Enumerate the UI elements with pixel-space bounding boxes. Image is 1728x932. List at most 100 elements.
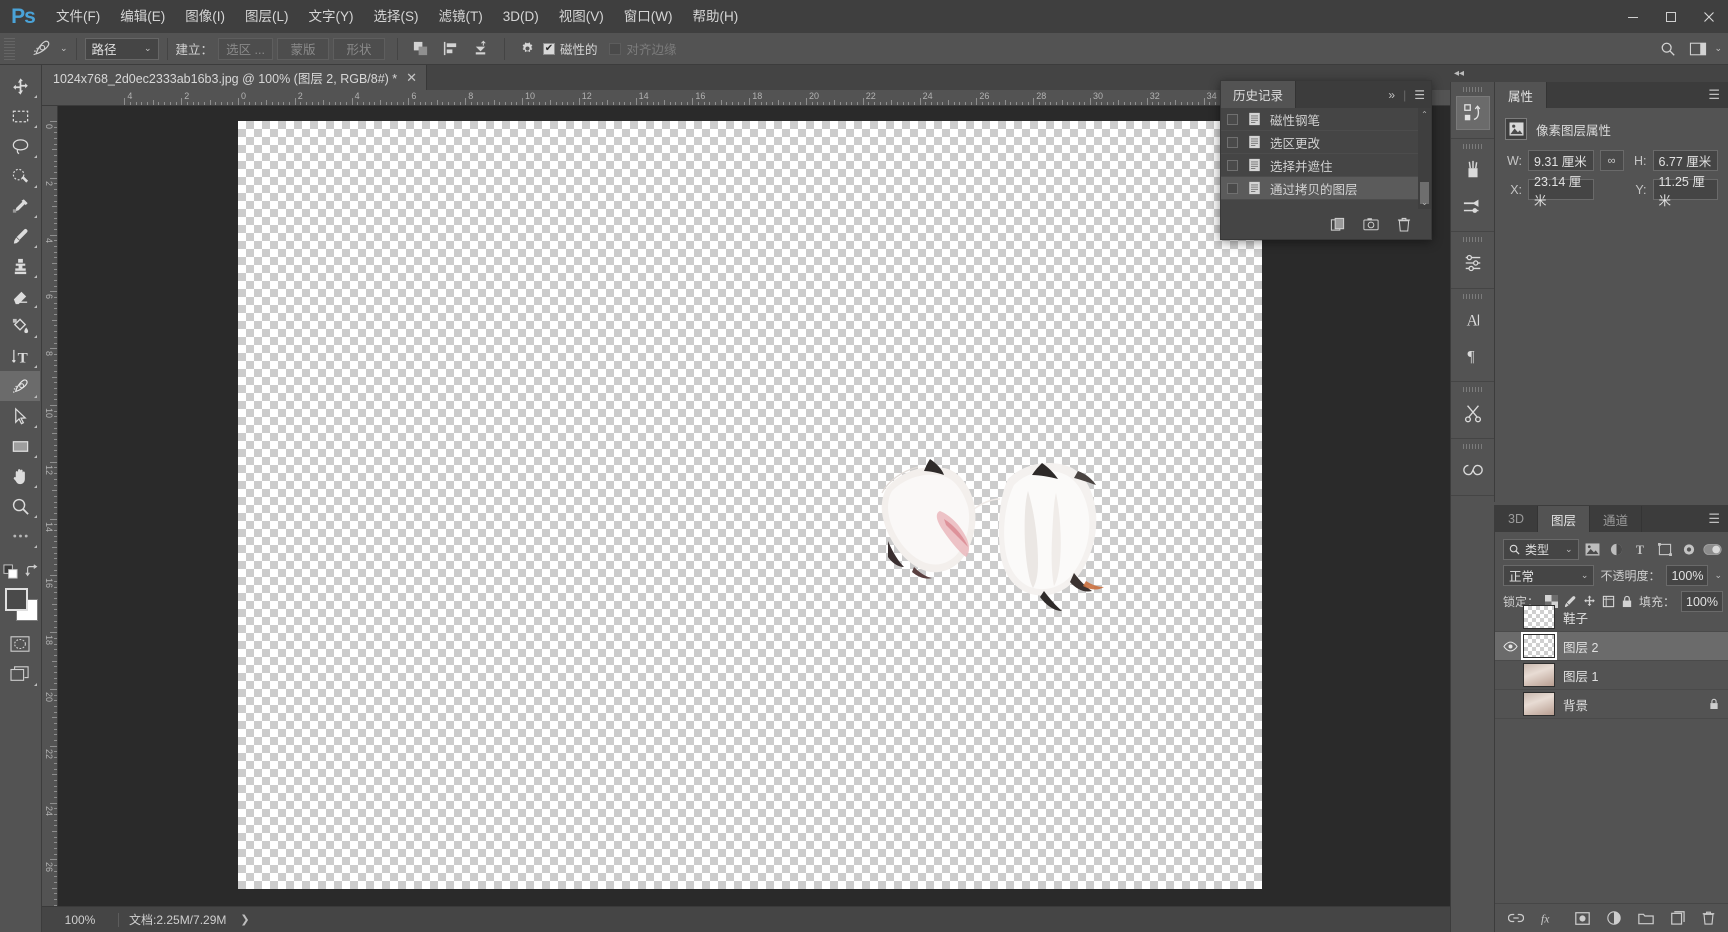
rail-grip[interactable] [1463, 87, 1483, 92]
quick-selection-tool[interactable] [0, 161, 40, 191]
layer-style-icon[interactable]: fx [1541, 912, 1558, 925]
y-field[interactable]: 11.25 厘米 [1653, 179, 1719, 200]
current-tool-icon[interactable] [23, 36, 59, 62]
blend-mode-select[interactable]: 正常 ⌄ [1503, 565, 1594, 586]
properties-icon[interactable] [1456, 96, 1490, 130]
path-operations-icon[interactable] [408, 37, 434, 61]
character-icon[interactable]: A [1456, 303, 1490, 337]
screen-mode-icon[interactable] [0, 659, 40, 689]
layer-mask-icon[interactable] [1575, 912, 1590, 925]
link-aspect-icon[interactable]: ∞ [1600, 150, 1624, 171]
history-snapshot-checkbox[interactable] [1227, 160, 1238, 171]
x-field[interactable]: 23.14 厘米 [1528, 179, 1594, 200]
tab-3d[interactable]: 3D [1495, 506, 1538, 532]
filter-toggle-icon[interactable] [1703, 539, 1722, 560]
menu-file[interactable]: 文件(F) [46, 0, 110, 33]
rectangle-shape-tool[interactable] [0, 431, 40, 461]
make-shape-button[interactable]: 形状 [333, 38, 385, 60]
lasso-tool[interactable] [0, 131, 40, 161]
foreground-color-swatch[interactable] [5, 588, 28, 611]
layer-filter-kind-select[interactable]: 类型 ⌄ [1503, 539, 1579, 560]
layer-visibility-toggle[interactable] [1497, 641, 1523, 652]
vertical-ruler[interactable]: 02468101214161820222426 [42, 106, 58, 906]
rail-grip[interactable] [1463, 144, 1483, 149]
options-bar-grip[interactable] [4, 38, 15, 60]
adjustments-icon[interactable] [1456, 246, 1490, 280]
align-edges-checkbox-wrap[interactable]: 对齐边缘 [609, 39, 676, 58]
scissors-icon[interactable] [1456, 396, 1490, 430]
eraser-tool[interactable] [0, 281, 40, 311]
chevron-down-icon[interactable]: ⌄ [1714, 570, 1722, 581]
history-item[interactable]: 通过拷贝的图层 [1221, 177, 1431, 200]
scroll-up-icon[interactable]: ⌃ [1418, 110, 1431, 119]
menu-image[interactable]: 图像(I) [175, 0, 235, 33]
type-filter-icon[interactable]: T [1631, 539, 1650, 560]
document-tab[interactable]: 1024x768_2d0ec2333ab16b3.jpg @ 100% (图层 … [42, 65, 427, 90]
layer-thumbnail[interactable] [1523, 692, 1555, 716]
dock-collapse-icon[interactable]: ◂◂ [1450, 65, 1468, 81]
move-tool[interactable] [0, 71, 40, 101]
menu-type[interactable]: 文字(Y) [299, 0, 364, 33]
magnetic-checkbox-wrap[interactable]: ✔ 磁性的 [543, 39, 598, 58]
tab-history[interactable]: 历史记录 [1221, 81, 1296, 108]
rail-grip[interactable] [1463, 294, 1483, 299]
table-row[interactable]: 图层 1 [1495, 661, 1728, 690]
more-tools-icon[interactable] [0, 521, 40, 551]
new-layer-icon[interactable] [1671, 911, 1685, 925]
paragraph-icon[interactable]: ¶ [1456, 339, 1490, 373]
path-arrangement-icon[interactable] [468, 37, 494, 61]
tool-preset-caret[interactable]: ⌄ [60, 43, 68, 54]
artboard[interactable] [238, 121, 1262, 889]
brush-settings-icon[interactable] [1456, 189, 1490, 223]
make-selection-button[interactable]: 选区 ... [218, 38, 273, 60]
brushes-icon[interactable] [1456, 153, 1490, 187]
close-icon[interactable]: ✕ [406, 70, 417, 86]
rail-grip[interactable] [1463, 444, 1483, 449]
brush-tool[interactable] [0, 221, 40, 251]
rail-grip[interactable] [1463, 387, 1483, 392]
swap-colors-icon[interactable] [25, 564, 39, 578]
history-scrollbar[interactable]: ⌃ ⌄ [1418, 108, 1431, 209]
hand-tool[interactable] [0, 461, 40, 491]
path-selection-tool[interactable] [0, 401, 40, 431]
history-item[interactable]: 磁性钢笔 [1221, 108, 1431, 131]
opacity-value[interactable]: 100% [1666, 565, 1708, 586]
adjustment-layer-icon[interactable] [1607, 911, 1621, 925]
delete-layer-icon[interactable] [1702, 911, 1715, 925]
paint-bucket-tool[interactable] [0, 311, 40, 341]
maximize-button[interactable] [1652, 0, 1690, 33]
menu-3d[interactable]: 3D(D) [493, 0, 549, 33]
type-tool[interactable]: T [0, 341, 40, 371]
adjustment-filter-icon[interactable] [1607, 539, 1626, 560]
tab-channels[interactable]: 通道 [1590, 506, 1642, 532]
zoom-tool[interactable] [0, 491, 40, 521]
menu-layer[interactable]: 图层(L) [235, 0, 299, 33]
status-expand-icon[interactable]: ❯ [236, 913, 249, 926]
layer-thumbnail[interactable] [1523, 605, 1555, 629]
chevron-down-icon[interactable]: ⌄ [1714, 43, 1722, 54]
history-snapshot-checkbox[interactable] [1227, 114, 1238, 125]
tab-layers[interactable]: 图层 [1538, 506, 1590, 532]
history-snapshot-checkbox[interactable] [1227, 183, 1238, 194]
layer-thumbnail[interactable] [1523, 663, 1555, 687]
smart-object-filter-icon[interactable] [1679, 539, 1698, 560]
make-mask-button[interactable]: 蒙版 [277, 38, 329, 60]
link-layers-icon[interactable] [1508, 912, 1524, 924]
clone-stamp-tool[interactable] [0, 251, 40, 281]
path-mode-select[interactable]: 路径 ⌄ [85, 38, 159, 60]
search-icon[interactable] [1655, 37, 1681, 61]
path-alignment-icon[interactable] [438, 37, 464, 61]
zoom-level[interactable]: 100% [42, 913, 118, 927]
pixel-filter-icon[interactable] [1584, 539, 1603, 560]
quick-mask-icon[interactable] [0, 629, 40, 659]
eyedropper-tool[interactable] [0, 191, 40, 221]
shape-filter-icon[interactable] [1655, 539, 1674, 560]
delete-icon[interactable] [1397, 217, 1411, 232]
layer-name[interactable]: 背景 [1563, 695, 1588, 714]
rail-grip[interactable] [1463, 237, 1483, 242]
height-field[interactable]: 6.77 厘米 [1653, 150, 1719, 171]
panel-menu-icon[interactable]: ☰ [1414, 88, 1425, 102]
layer-thumbnail[interactable] [1523, 634, 1555, 658]
scroll-down-icon[interactable]: ⌄ [1418, 198, 1431, 207]
table-row[interactable]: 背景 [1495, 690, 1728, 719]
